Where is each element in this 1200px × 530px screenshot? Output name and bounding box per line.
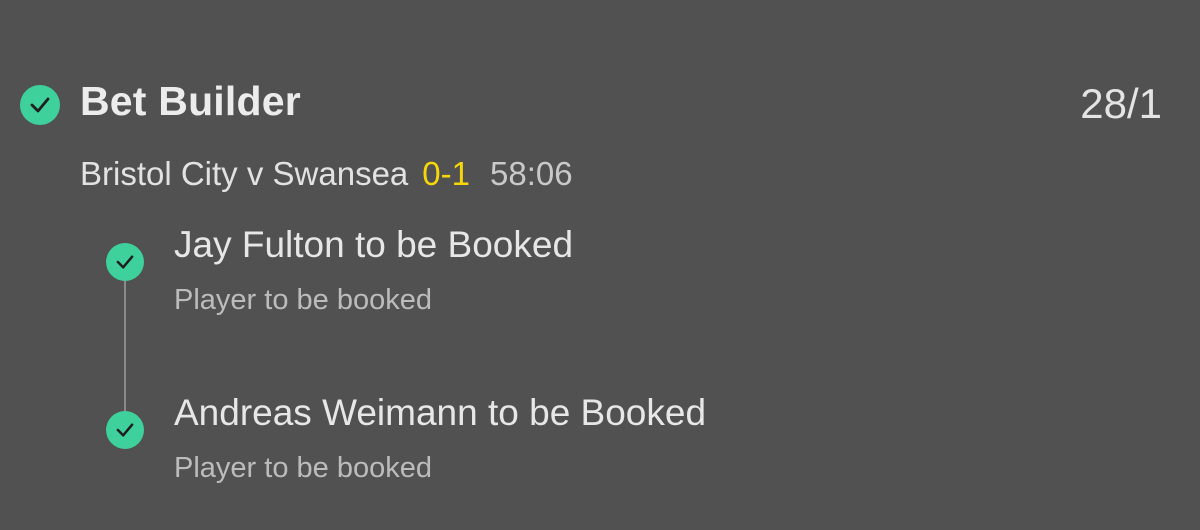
selection-market: Player to be booked <box>174 452 432 484</box>
check-circle-icon <box>106 243 144 281</box>
bet-title: Bet Builder <box>80 78 301 124</box>
match-score: 0-1 <box>422 155 470 192</box>
match-clock: 58:06 <box>489 155 573 192</box>
bet-odds: 28/1 <box>1080 80 1162 127</box>
check-circle-icon <box>106 411 144 449</box>
selection-market: Player to be booked <box>174 284 432 316</box>
selection-timeline-line <box>124 262 126 432</box>
bet-builder-card[interactable]: Bet Builder 28/1 Bristol City v Swansea 0… <box>0 0 1200 530</box>
match-teams: Bristol City v Swansea <box>80 155 409 192</box>
match-info: Bristol City v Swansea 0-1 58:06 <box>80 155 573 193</box>
check-circle-icon <box>20 85 60 125</box>
selection-title: Jay Fulton to be Booked <box>174 224 574 265</box>
selection-title: Andreas Weimann to be Booked <box>174 392 707 433</box>
